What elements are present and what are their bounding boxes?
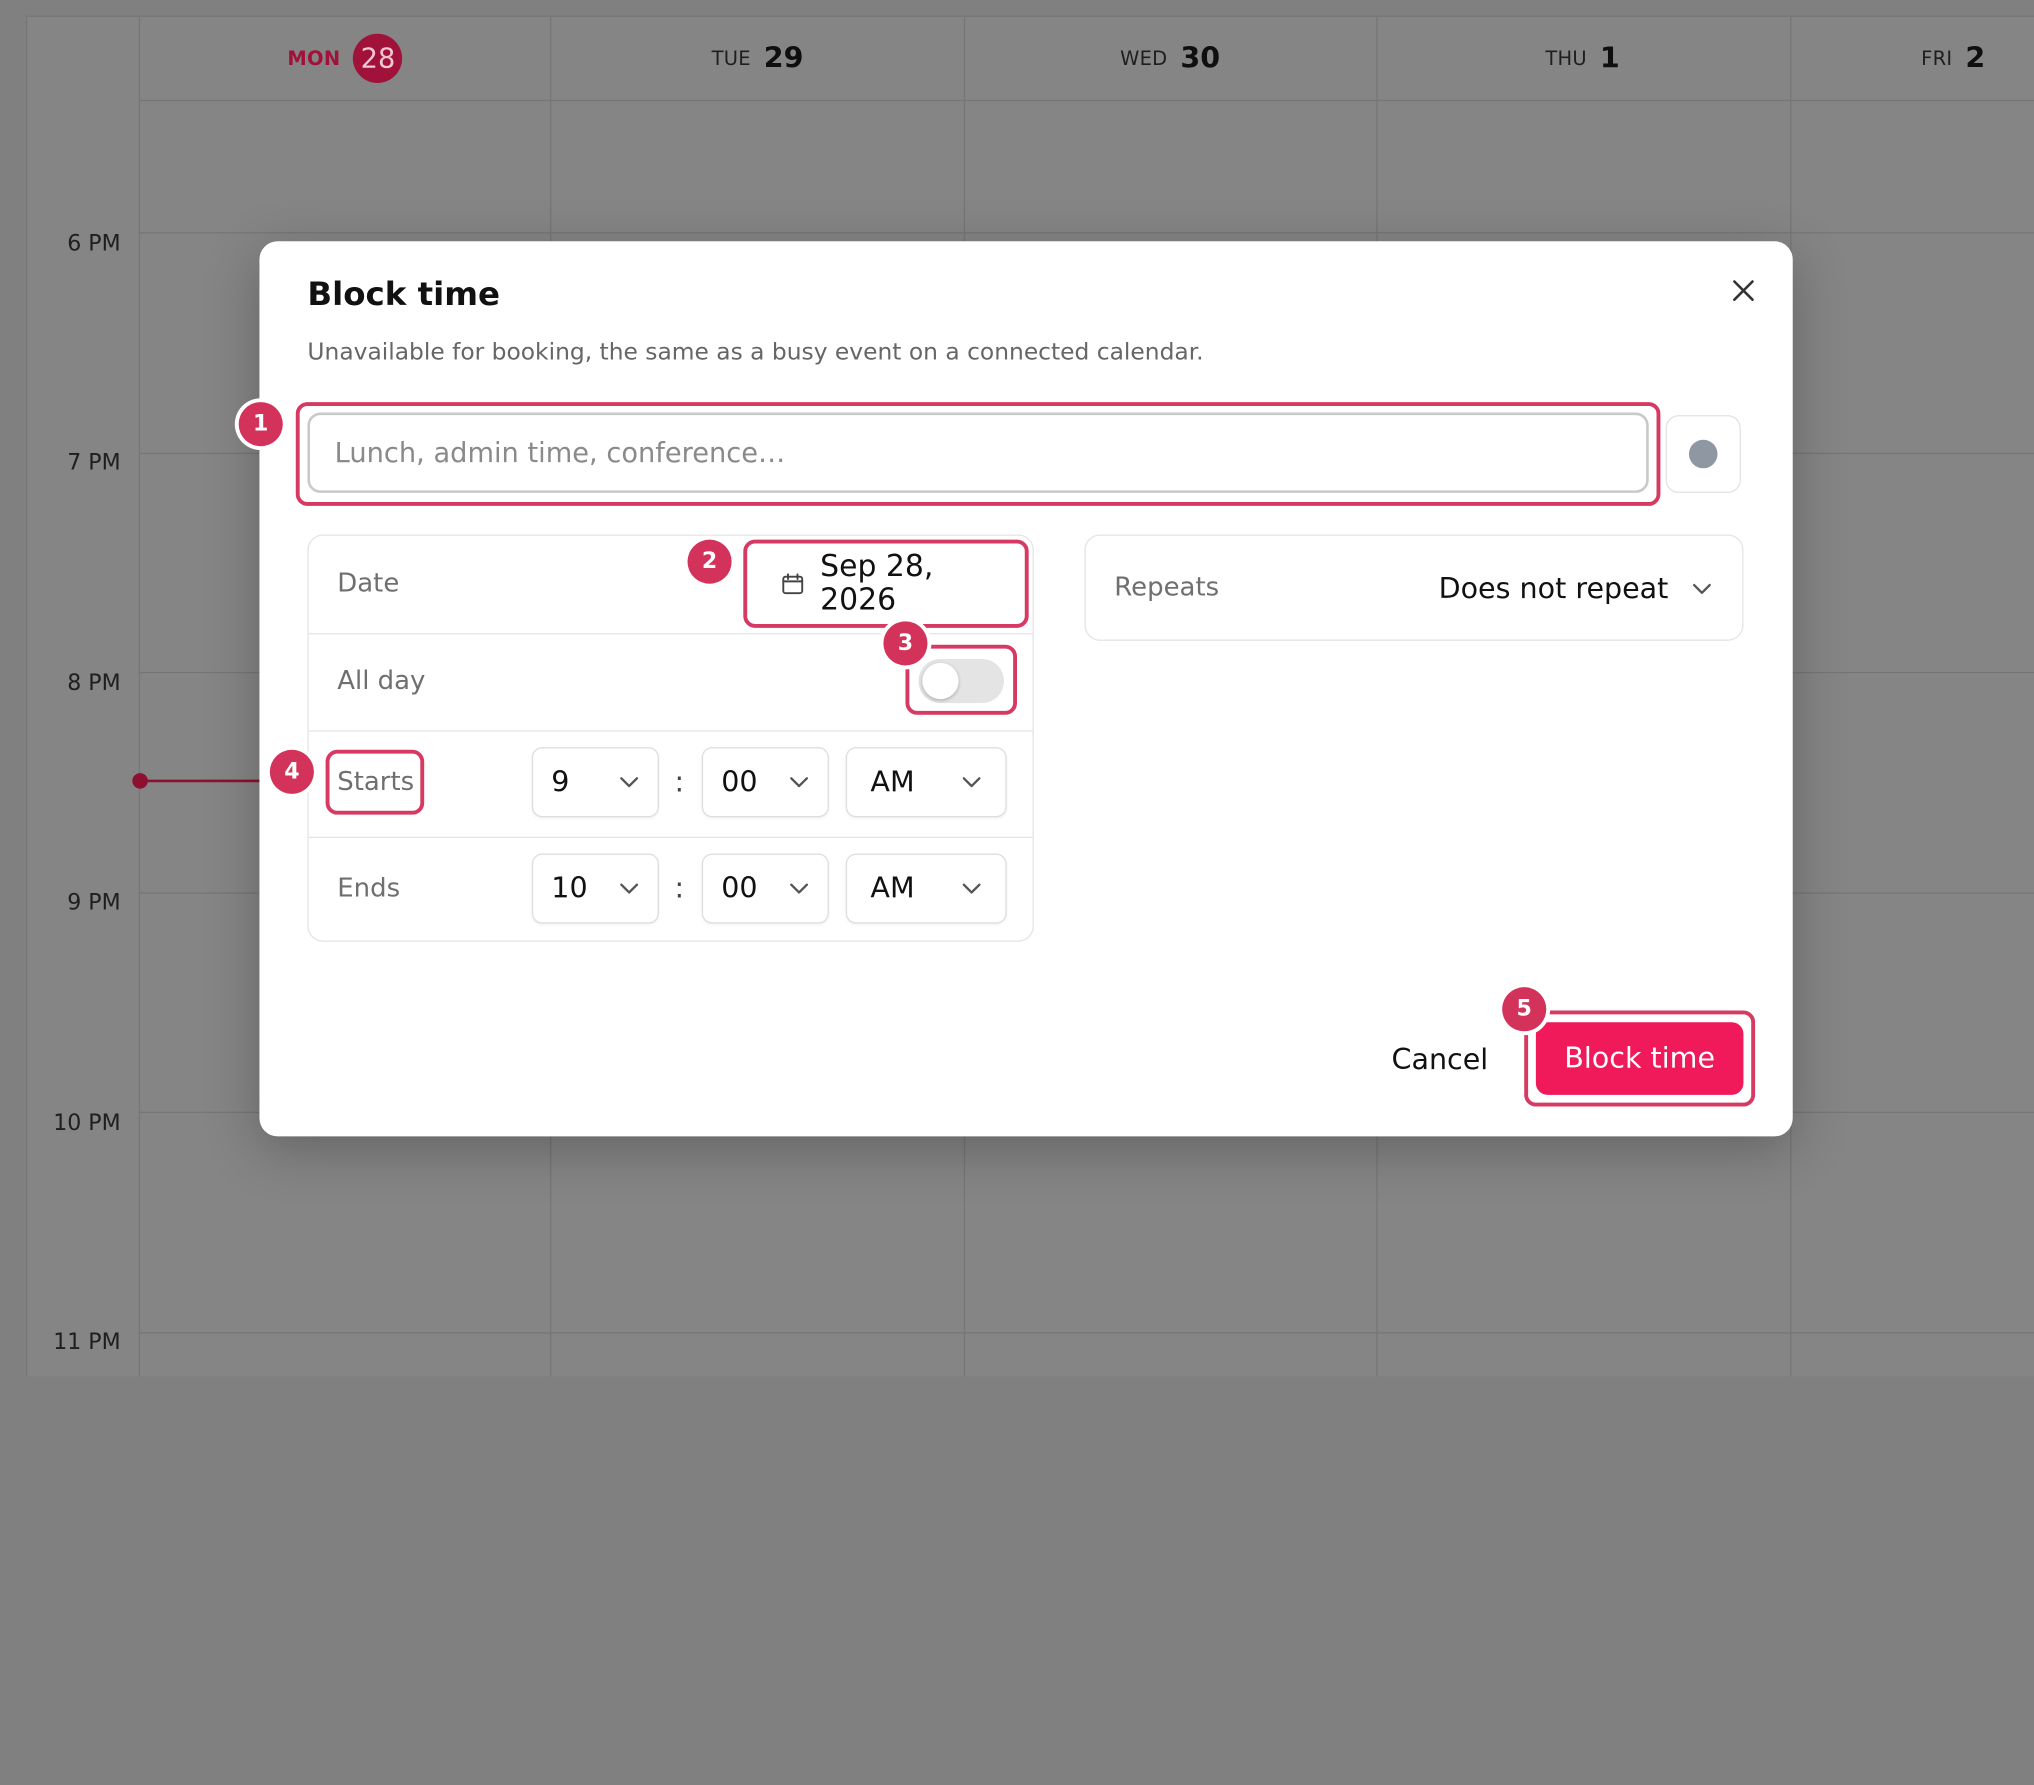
close-icon bbox=[1733, 280, 1754, 301]
all-day-label: All day bbox=[337, 664, 426, 696]
date-row: Date Sep 28, 2026 bbox=[308, 536, 1033, 635]
day-number: 1 bbox=[1599, 42, 1620, 75]
chevron-down-icon bbox=[620, 777, 639, 788]
end-ampm-select[interactable]: AM bbox=[845, 853, 1007, 924]
day-name: TUE bbox=[711, 46, 751, 71]
day-name: FRI bbox=[1921, 46, 1953, 71]
annotation-badge: 3 bbox=[883, 621, 928, 666]
block-time-button[interactable]: Block time bbox=[1535, 1022, 1744, 1095]
annotation-badge: 1 bbox=[238, 402, 283, 447]
toggle-knob bbox=[922, 662, 959, 700]
day-name: THU bbox=[1545, 46, 1587, 71]
date-label: Date bbox=[337, 566, 400, 599]
start-hour-value: 9 bbox=[551, 765, 570, 799]
date-picker-button[interactable]: Sep 28, 2026 bbox=[750, 544, 1033, 624]
hour-label: 6 PM bbox=[67, 230, 121, 257]
color-picker-button[interactable] bbox=[1665, 415, 1741, 493]
time-settings-card: Date Sep 28, 2026 All day Starts 9: 00 … bbox=[307, 534, 1034, 942]
cancel-button[interactable]: Cancel bbox=[1375, 1027, 1505, 1092]
calendar-header: MON 28 TUE 29 WED 30 THU 1 FRI 2 bbox=[138, 17, 2034, 102]
start-minute-select[interactable]: 00 bbox=[701, 747, 829, 818]
day-header-fri[interactable]: FRI 2 bbox=[1921, 17, 2034, 100]
time-separator: : bbox=[674, 873, 685, 906]
repeat-settings-card: Repeats Does not repeat bbox=[1084, 534, 1744, 641]
day-name: WED bbox=[1120, 46, 1168, 71]
start-ampm-select[interactable]: AM bbox=[845, 747, 1007, 818]
dialog-title: Block time bbox=[307, 275, 501, 313]
hour-line bbox=[138, 1332, 2034, 1334]
day-header-mon[interactable]: MON 28 bbox=[139, 17, 552, 100]
hour-label: 9 PM bbox=[67, 889, 121, 916]
start-hour-select[interactable]: 9 bbox=[531, 747, 659, 818]
chevron-down-icon bbox=[962, 777, 981, 788]
end-minute-select[interactable]: 00 bbox=[701, 853, 829, 924]
date-value: Sep 28, 2026 bbox=[820, 550, 934, 618]
start-ampm-value: AM bbox=[870, 765, 915, 799]
starts-row: Starts 9 : 00 AM bbox=[308, 730, 1033, 838]
day-number: 29 bbox=[763, 42, 804, 75]
chevron-down-icon bbox=[962, 883, 981, 894]
end-hour-select[interactable]: 10 bbox=[531, 853, 659, 924]
calendar-icon bbox=[782, 573, 804, 595]
chevron-down-icon bbox=[1693, 583, 1712, 594]
ends-label: Ends bbox=[337, 871, 401, 903]
day-number: 28 bbox=[353, 33, 403, 84]
end-minute-value: 00 bbox=[721, 872, 758, 905]
chevron-down-icon bbox=[620, 883, 639, 894]
day-header-tue[interactable]: TUE 29 bbox=[551, 17, 964, 100]
annotation-badge: 2 bbox=[687, 539, 732, 584]
block-name-input[interactable] bbox=[307, 412, 1649, 493]
day-name: MON bbox=[287, 46, 341, 71]
hour-line bbox=[138, 232, 2034, 234]
annotation-badge: 4 bbox=[269, 749, 314, 794]
annotation-badge: 5 bbox=[1502, 987, 1547, 1032]
dialog-description: Unavailable for booking, the same as a b… bbox=[307, 338, 1204, 366]
day-header-thu[interactable]: THU 1 bbox=[1376, 17, 1789, 100]
hour-label: 7 PM bbox=[67, 450, 121, 477]
all-day-toggle[interactable] bbox=[918, 658, 1005, 704]
current-time-dot bbox=[132, 773, 148, 789]
time-separator: : bbox=[674, 766, 685, 800]
ends-row: Ends 10 : 00 AM bbox=[309, 837, 1033, 941]
hour-label: 10 PM bbox=[53, 1110, 121, 1137]
day-header-wed[interactable]: WED 30 bbox=[964, 17, 1377, 100]
repeat-value: Does not repeat bbox=[1438, 572, 1669, 606]
chevron-down-icon bbox=[790, 883, 809, 894]
starts-label: Starts bbox=[337, 765, 415, 797]
day-number: 2 bbox=[1965, 42, 1986, 75]
hour-label: 11 PM bbox=[53, 1329, 121, 1356]
repeat-select[interactable]: Does not repeat bbox=[1439, 556, 1713, 621]
close-button[interactable] bbox=[1723, 270, 1765, 312]
block-time-dialog: Block time Unavailable for booking, the … bbox=[238, 241, 1793, 1137]
day-number: 30 bbox=[1180, 42, 1221, 75]
start-minute-value: 00 bbox=[721, 765, 758, 799]
hour-label: 8 PM bbox=[67, 670, 121, 697]
color-swatch bbox=[1688, 439, 1718, 469]
chevron-down-icon bbox=[790, 777, 809, 788]
repeats-label: Repeats bbox=[1114, 570, 1220, 602]
end-ampm-value: AM bbox=[870, 872, 915, 905]
end-hour-value: 10 bbox=[551, 872, 588, 905]
